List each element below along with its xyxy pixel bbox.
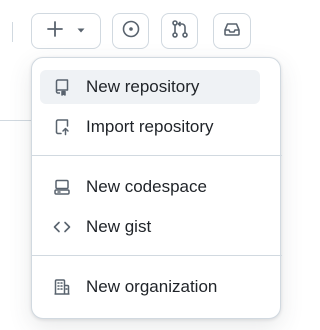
menu-item-new-repository[interactable]: New repository bbox=[40, 70, 260, 104]
organization-icon bbox=[52, 277, 72, 297]
issue-opened-icon bbox=[121, 19, 141, 44]
menu-item-label: New organization bbox=[86, 277, 218, 296]
menu-item-label: New gist bbox=[86, 217, 152, 236]
menu-divider bbox=[32, 155, 282, 156]
inbox-button[interactable] bbox=[213, 13, 251, 49]
create-new-dropdown-menu: New repository Import repository New cod… bbox=[31, 57, 282, 319]
inbox-icon bbox=[222, 19, 242, 44]
plus-icon bbox=[46, 20, 64, 43]
git-pull-request-icon bbox=[170, 19, 190, 44]
page: New repository Import repository New cod… bbox=[0, 0, 282, 330]
code-icon bbox=[52, 217, 72, 237]
toolbar-divider bbox=[12, 22, 13, 42]
menu-item-new-gist[interactable]: New gist bbox=[40, 210, 260, 244]
menu-item-label: Import repository bbox=[86, 117, 214, 136]
repo-icon bbox=[52, 77, 72, 97]
menu-item-new-organization[interactable]: New organization bbox=[40, 270, 260, 304]
menu-item-new-codespace[interactable]: New codespace bbox=[40, 170, 260, 204]
pull-requests-button[interactable] bbox=[161, 13, 198, 49]
menu-item-label: New repository bbox=[86, 77, 200, 96]
issues-button[interactable] bbox=[112, 13, 149, 49]
repo-push-icon bbox=[52, 117, 72, 137]
codespaces-icon bbox=[52, 177, 72, 197]
menu-divider bbox=[32, 255, 282, 256]
menu-item-import-repository[interactable]: Import repository bbox=[40, 110, 260, 144]
create-new-button[interactable] bbox=[31, 13, 101, 49]
menu-item-label: New codespace bbox=[86, 177, 207, 196]
triangle-down-icon bbox=[76, 22, 86, 40]
